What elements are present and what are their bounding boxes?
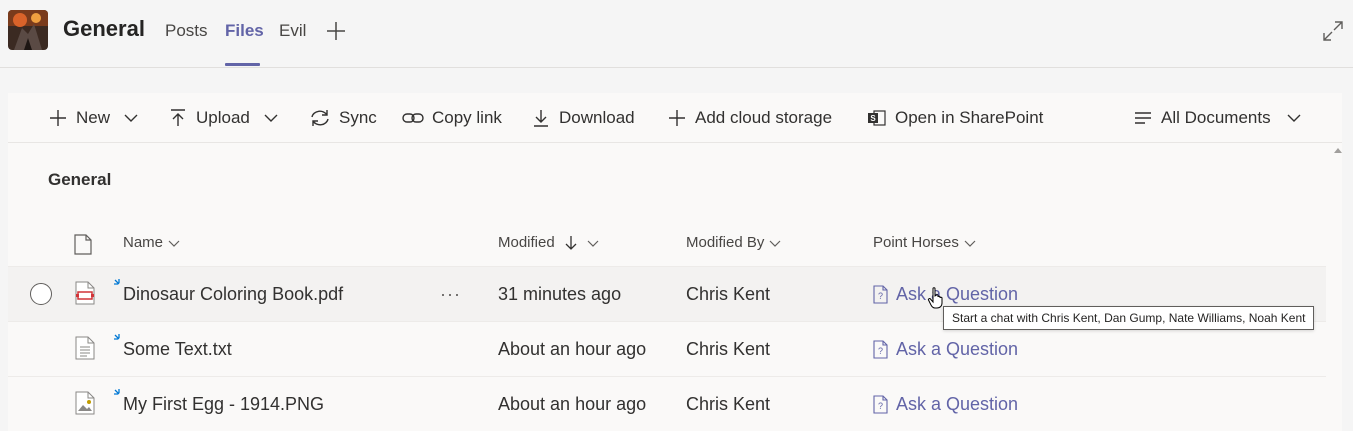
column-header-name[interactable]: Name [123,234,180,251]
link-icon [402,113,424,123]
ask-question-label: Ask a Question [896,394,1019,414]
chevron-down-icon [587,240,599,247]
modified-by-value[interactable]: Chris Kent [686,322,770,377]
expand-icon[interactable] [1322,20,1344,42]
download-label: Download [559,108,635,127]
command-bar: New Upload Sync Copy link Download Add c… [8,93,1342,143]
modified-by-value[interactable]: Chris Kent [686,377,770,431]
add-cloud-storage-button[interactable]: Add cloud storage [667,93,832,143]
upload-label: Upload [196,108,250,127]
sort-descending-icon [565,235,577,250]
sharepoint-icon: S [868,110,886,126]
modified-value: About an hour ago [498,394,647,414]
active-tab-indicator [225,63,260,66]
view-selector[interactable]: All Documents [1133,93,1303,143]
add-cloud-storage-label: Add cloud storage [695,108,833,127]
more-actions-icon[interactable]: ··· [440,267,461,322]
copy-link-button[interactable]: Copy link [402,93,502,143]
team-avatar[interactable] [8,10,48,50]
text-file-icon [75,336,95,365]
column-header-point-horses[interactable]: Point Horses [873,234,976,251]
tab-evil[interactable]: Evil [279,21,306,41]
image-file-icon [75,391,95,420]
column-modified-label: Modified [498,234,555,251]
chevron-down-icon [964,240,976,247]
upload-button[interactable]: Upload [168,93,280,143]
svg-text:S: S [870,114,876,123]
scroll-up-arrow[interactable] [1334,148,1342,153]
question-document-icon: ? [873,340,888,359]
sync-label: Sync [339,108,377,127]
chevron-down-icon [769,240,781,247]
modified-value: 31 minutes ago [498,284,622,304]
channel-title: General [63,16,145,41]
column-header-modified-by[interactable]: Modified By [686,234,781,251]
new-label: New [76,108,111,127]
question-document-icon: ? [873,395,888,414]
question-document-icon: ? [873,285,888,304]
chevron-down-icon [168,240,180,247]
open-in-sharepoint-label: Open in SharePoint [895,108,1044,127]
document-library: General Name Modified Modified By Point … [8,143,1342,431]
chevron-down-icon [124,114,138,122]
plus-icon [669,110,685,126]
add-tab-icon[interactable] [325,20,347,42]
modified-value: About an hour ago [498,339,647,359]
sync-icon [311,110,329,126]
column-point-horses-label: Point Horses [873,234,959,251]
svg-text:?: ? [878,346,883,356]
chevron-down-icon [1287,114,1301,122]
download-icon [534,110,548,127]
svg-text:?: ? [878,291,883,301]
file-name-link[interactable]: Some Text.txt [123,322,232,377]
column-modified-by-label: Modified By [686,234,765,251]
file-name-link[interactable]: My First Egg - 1914.PNG [123,377,324,431]
ask-question-link[interactable]: ? Ask a Question [873,377,1018,431]
pdf-file-icon [75,281,95,310]
copy-link-label: Copy link [432,108,502,127]
library-title: General [48,170,112,189]
row-select-checkbox[interactable] [30,283,52,305]
new-button[interactable]: New [48,93,140,143]
tooltip: Start a chat with Chris Kent, Dan Gump, … [943,306,1315,330]
download-button[interactable]: Download [531,93,635,143]
column-header-modified[interactable]: Modified [498,234,599,251]
file-type-header-icon[interactable] [74,234,92,260]
ask-question-label: Ask a Question [896,284,1019,304]
tab-files[interactable]: Files [225,21,264,41]
plus-icon [50,110,66,126]
ask-question-link[interactable]: ? Ask a Question [873,322,1018,377]
open-in-sharepoint-button[interactable]: S Open in SharePoint [867,93,1043,143]
channel-header: General Posts Files Evil [0,0,1353,68]
sync-button[interactable]: Sync [309,93,377,143]
chevron-down-icon [264,114,278,122]
tab-posts[interactable]: Posts [165,21,208,41]
list-view-icon [1135,112,1151,124]
modified-by-value[interactable]: Chris Kent [686,267,770,322]
column-name-label: Name [123,234,164,251]
hand-cursor-icon [927,287,945,314]
upload-icon [171,109,185,126]
ask-question-label: Ask a Question [896,339,1019,359]
file-name-link[interactable]: Dinosaur Coloring Book.pdf [123,267,343,322]
view-selector-label: All Documents [1161,108,1271,127]
table-row[interactable]: My First Egg - 1914.PNG About an hour ag… [8,376,1326,431]
svg-text:?: ? [878,401,883,411]
